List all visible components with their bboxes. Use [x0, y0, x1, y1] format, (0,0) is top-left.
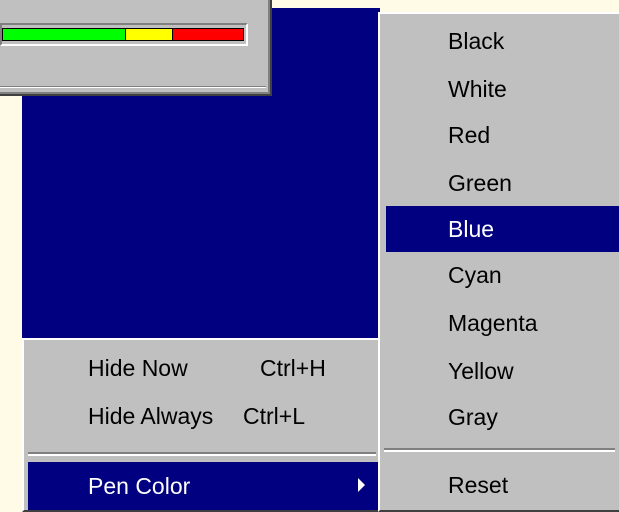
- context-menu: Hide Now Ctrl+H Hide Always Ctrl+L Pen C…: [22, 338, 382, 512]
- color-item-white[interactable]: White: [380, 66, 619, 112]
- menu-separator: [28, 452, 376, 456]
- meter-segment-yellow: [125, 28, 173, 41]
- color-label: Black: [448, 28, 505, 54]
- color-label: Yellow: [448, 358, 514, 384]
- menu-item-label: Pen Color: [88, 473, 191, 499]
- pen-color-submenu: Black White Red Green Blue Cyan Magenta …: [378, 12, 619, 512]
- color-label: Blue: [448, 216, 495, 242]
- menu-item-hide-now[interactable]: Hide Now Ctrl+H: [28, 344, 380, 392]
- color-label: Red: [448, 122, 491, 148]
- color-label: Reset: [448, 472, 509, 498]
- menu-item-label: Hide Now: [88, 355, 188, 381]
- color-item-black[interactable]: Black: [380, 18, 619, 64]
- meter-segment-green: [2, 28, 126, 41]
- color-label: Green: [448, 170, 512, 196]
- color-item-green[interactable]: Green: [380, 160, 619, 206]
- meter-segment-red: [172, 28, 244, 41]
- color-label: Gray: [448, 404, 498, 430]
- menu-item-hide-always[interactable]: Hide Always Ctrl+L: [28, 392, 380, 440]
- panel-divider: [0, 86, 266, 88]
- color-item-yellow[interactable]: Yellow: [380, 348, 619, 394]
- menu-item-label: Hide Always: [88, 403, 214, 429]
- menu-item-pen-color[interactable]: Pen Color: [28, 462, 380, 510]
- submenu-arrow-icon: [358, 478, 365, 492]
- color-item-magenta[interactable]: Magenta: [380, 300, 619, 346]
- menu-item-shortcut: Ctrl+H: [260, 355, 326, 381]
- color-label: White: [448, 76, 507, 102]
- background-strip: [380, 0, 619, 12]
- level-meter-window: [0, 0, 272, 96]
- submenu-separator: [384, 448, 615, 452]
- color-item-reset[interactable]: Reset: [380, 462, 619, 508]
- color-item-blue[interactable]: Blue: [386, 206, 619, 252]
- color-label: Magenta: [448, 310, 538, 336]
- color-label: Cyan: [448, 262, 502, 288]
- level-meter: [0, 23, 248, 46]
- color-item-gray[interactable]: Gray: [380, 394, 619, 440]
- color-item-red[interactable]: Red: [380, 112, 619, 158]
- color-item-cyan[interactable]: Cyan: [380, 252, 619, 298]
- menu-item-shortcut: Ctrl+L: [243, 403, 305, 429]
